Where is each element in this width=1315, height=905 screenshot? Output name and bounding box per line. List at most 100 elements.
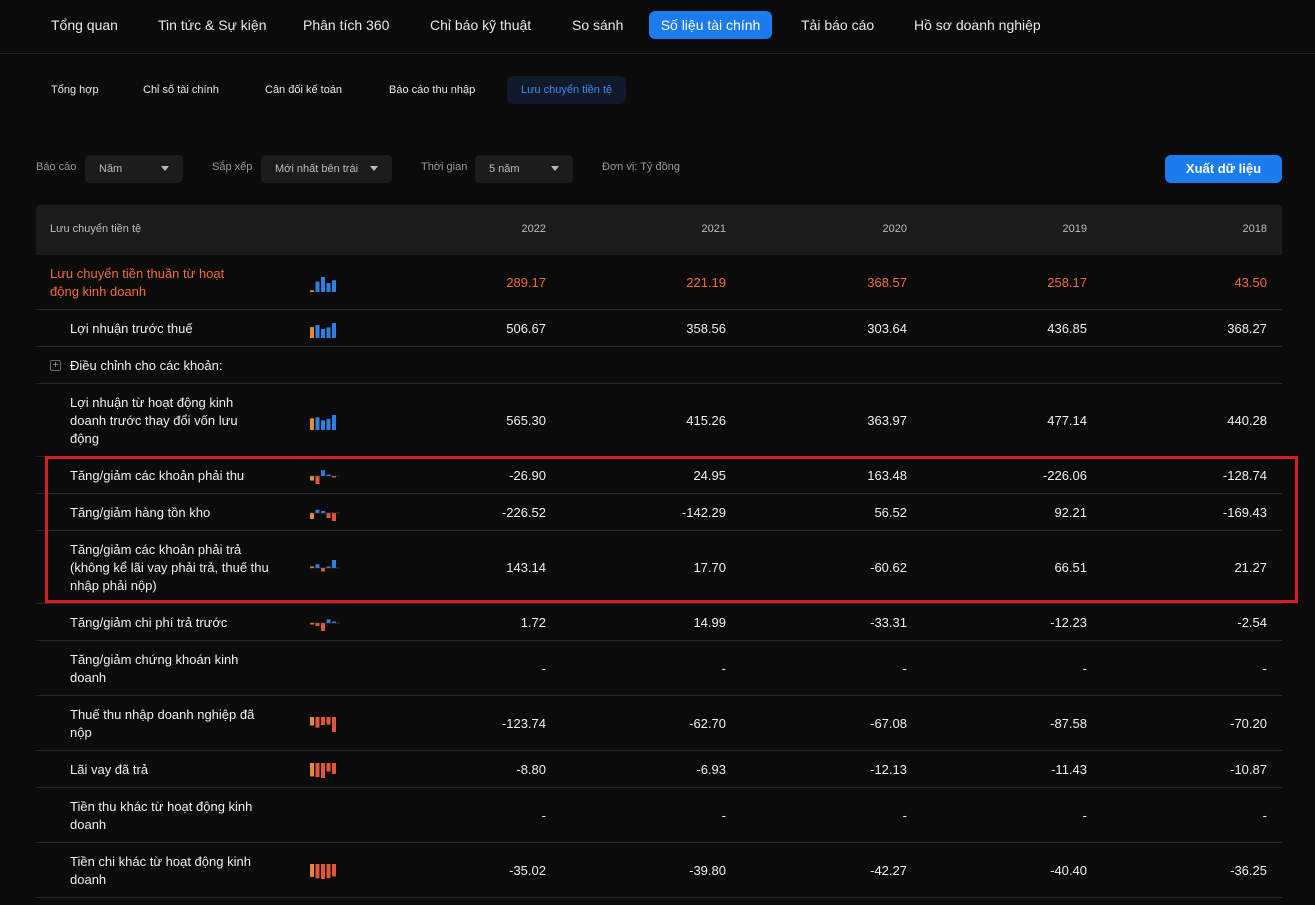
tab-3[interactable]: Phân tích 360 bbox=[289, 11, 403, 39]
value-cell: 221.19 bbox=[686, 274, 726, 290]
tab-5[interactable]: So sánh bbox=[558, 11, 637, 39]
time-select[interactable]: 5 năm bbox=[475, 155, 573, 183]
spark-bar bbox=[315, 863, 320, 878]
table-row: Tăng/giảm các khoản phải trả (không kể l… bbox=[36, 531, 1282, 604]
spark-bar bbox=[332, 322, 336, 338]
spark-bar bbox=[326, 418, 331, 430]
subtab-5[interactable]: Lưu chuyển tiền tệ bbox=[507, 76, 627, 104]
subtab-3[interactable]: Cân đối kế toán bbox=[251, 76, 356, 104]
value-cell: -8.80 bbox=[516, 761, 546, 777]
value-cell: -60.62 bbox=[870, 559, 907, 575]
value-cell: -169.43 bbox=[1222, 504, 1267, 520]
table-row: Lợi nhuận từ hoạt động kinh doanh trước … bbox=[36, 384, 1282, 457]
export-data-button[interactable]: Xuất dữ liệu bbox=[1165, 155, 1282, 183]
value-cell: 92.21 bbox=[1054, 504, 1087, 520]
sparkline-chart[interactable] bbox=[310, 614, 340, 632]
tab-1[interactable]: Tổng quan bbox=[37, 11, 132, 39]
unit-label: Đơn vị: Tỷ đồng bbox=[602, 161, 680, 173]
value-cell: 143.14 bbox=[506, 559, 546, 575]
sparkline-chart[interactable] bbox=[310, 467, 340, 485]
spark-bar bbox=[332, 279, 336, 292]
value-cell: 358.56 bbox=[686, 320, 726, 336]
value-cell: -36.25 bbox=[1230, 862, 1267, 878]
value-cell: 368.27 bbox=[1227, 320, 1267, 336]
table-row: Tăng/giảm chi phí trả trước 1.72 14.99 -33.… bbox=[36, 604, 1282, 641]
spark-bar bbox=[321, 567, 325, 571]
value-cell: 289.17 bbox=[506, 274, 546, 290]
table-row: Tăng/giảm chứng khoán kinh doanh - - - - - bbox=[36, 641, 1282, 696]
spark-bar bbox=[310, 762, 314, 776]
year-header: 2021 bbox=[701, 223, 726, 235]
spark-bar bbox=[326, 512, 331, 518]
time-select-value: 5 năm bbox=[489, 163, 520, 175]
tab-8[interactable]: Hồ sơ doanh nghiệp bbox=[900, 11, 1055, 39]
spark-bar bbox=[310, 512, 314, 519]
year-header: 2018 bbox=[1242, 223, 1267, 235]
tab-7[interactable]: Tải báo cáo bbox=[787, 11, 888, 39]
spark-bar bbox=[315, 280, 320, 292]
tab-6[interactable]: Số liệu tài chính bbox=[649, 11, 772, 39]
value-cell: 440.28 bbox=[1227, 412, 1267, 428]
table-row: Tăng/giảm hàng tồn kho -226.52 -142.29 56.5… bbox=[36, 494, 1282, 531]
row-label: Tiền thu khác từ hoạt động kinh doanh bbox=[70, 798, 253, 832]
value-cell: -6.93 bbox=[696, 761, 726, 777]
spark-bar bbox=[321, 716, 325, 725]
spark-bar bbox=[310, 289, 314, 292]
tab-4[interactable]: Chỉ báo kỹ thuật bbox=[416, 11, 545, 39]
value-cell: - bbox=[902, 660, 907, 676]
value-cell: -142.29 bbox=[681, 504, 726, 520]
value-cell: 303.64 bbox=[867, 320, 907, 336]
spark-bar bbox=[326, 762, 331, 772]
sort-select[interactable]: Mới nhất bên trái bbox=[261, 155, 392, 183]
value-cell: -33.31 bbox=[870, 614, 907, 630]
sparkline-chart[interactable] bbox=[310, 761, 340, 779]
value-cell: 21.27 bbox=[1234, 559, 1267, 575]
spark-bar bbox=[332, 762, 336, 774]
table-row: Tiền thu khác từ hoạt động kinh doanh - - -… bbox=[36, 788, 1282, 843]
value-cell: -2.54 bbox=[1237, 614, 1267, 630]
subtab-4[interactable]: Báo cáo thu nhập bbox=[375, 76, 489, 104]
value-cell: -128.74 bbox=[1222, 467, 1267, 483]
value-cell: - bbox=[1082, 807, 1087, 823]
sparkline-chart[interactable] bbox=[310, 862, 340, 880]
spark-bar bbox=[321, 622, 325, 631]
spark-bar bbox=[310, 475, 314, 481]
value-cell: -87.58 bbox=[1050, 715, 1087, 731]
table-row: Điều chỉnh cho các khoản: + bbox=[36, 347, 1282, 384]
sparkline-chart[interactable] bbox=[310, 559, 340, 577]
row-label: Tăng/giảm các khoản phải trả (không kể l… bbox=[70, 541, 269, 593]
value-cell: - bbox=[541, 807, 546, 823]
spark-bar bbox=[321, 863, 325, 879]
table-row: Tăng/giảm các khoản phải thu -26.90 24.95 1… bbox=[36, 457, 1282, 494]
spark-bar bbox=[321, 328, 325, 338]
sparkline-chart[interactable] bbox=[310, 320, 340, 338]
spark-bar bbox=[310, 326, 314, 338]
sparkline-chart[interactable] bbox=[310, 715, 340, 733]
chevron-down-icon bbox=[370, 166, 378, 171]
subtab-1[interactable]: Tổng hợp bbox=[37, 76, 113, 104]
spark-bar bbox=[315, 509, 320, 513]
row-label: Lợi nhuận trước thuế bbox=[70, 320, 193, 336]
row-label: Lãi vay đã trả bbox=[70, 761, 149, 777]
sparkline-chart[interactable] bbox=[310, 504, 340, 522]
value-cell: 1.72 bbox=[520, 614, 546, 630]
spark-bar bbox=[310, 716, 314, 726]
spark-bar bbox=[332, 414, 336, 430]
tab-2[interactable]: Tin tức & Sự kiện bbox=[144, 11, 280, 39]
time-label: Thời gian bbox=[421, 161, 468, 173]
expand-plus-icon[interactable]: + bbox=[50, 359, 61, 371]
spark-bar bbox=[315, 622, 320, 626]
value-cell: 43.50 bbox=[1234, 274, 1267, 290]
value-cell: -70.20 bbox=[1230, 715, 1267, 731]
report-select-value: Năm bbox=[99, 163, 123, 175]
sparkline-chart[interactable] bbox=[310, 412, 340, 430]
value-cell: - bbox=[721, 660, 726, 676]
sparkline-chart[interactable] bbox=[310, 274, 340, 292]
subtab-2[interactable]: Chỉ số tài chính bbox=[129, 76, 233, 104]
report-select[interactable]: Năm bbox=[85, 155, 183, 183]
sort-label: Sắp xếp bbox=[212, 161, 253, 173]
spark-bar bbox=[332, 863, 336, 876]
spark-bar bbox=[315, 563, 320, 568]
spark-bar bbox=[315, 716, 320, 728]
table-row: Lãi vay đã trả -8.80 -6.93 -12.13 -11.43 -10.… bbox=[36, 751, 1282, 788]
